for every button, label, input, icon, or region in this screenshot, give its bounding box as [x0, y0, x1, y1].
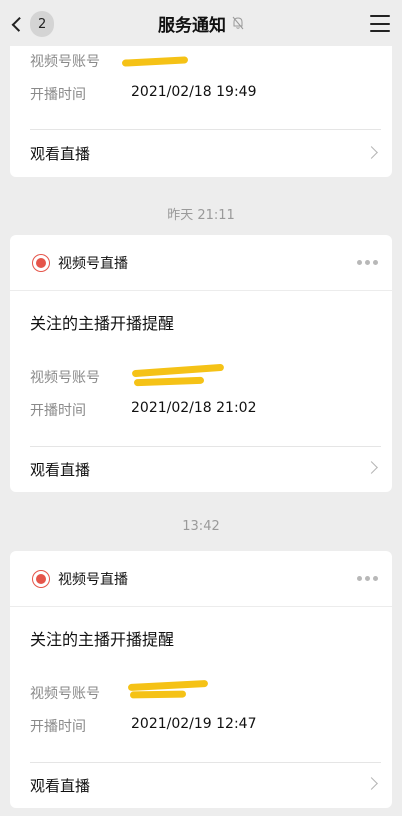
- start-time-label: 开播时间: [30, 719, 86, 735]
- start-time-label: 开播时间: [30, 87, 86, 103]
- notification-card: 视频号直播 关注的主播开播提醒 视频号账号 开播时间 2021/02/18 21…: [10, 235, 392, 492]
- account-label: 视频号账号: [30, 686, 100, 702]
- start-time-value: 2021/02/18 21:02: [131, 400, 257, 416]
- notification-title: 关注的主播开播提醒: [30, 314, 175, 333]
- start-time-label: 开播时间: [30, 403, 86, 419]
- redacted-account-name: [121, 56, 189, 67]
- more-options-icon[interactable]: [357, 260, 378, 265]
- chevron-right-icon: [365, 777, 378, 790]
- redacted-account-name: [127, 679, 209, 692]
- back-button[interactable]: 2: [10, 10, 54, 38]
- bell-off-icon: [232, 16, 244, 30]
- nav-bar: 2 服务通知: [0, 0, 402, 46]
- notification-title: 关注的主播开播提醒: [30, 630, 175, 649]
- divider: [30, 446, 381, 447]
- menu-button[interactable]: [370, 15, 390, 32]
- source-name: 视频号直播: [58, 571, 128, 588]
- timestamp-separator: 13:42: [182, 519, 220, 534]
- card-header[interactable]: 视频号直播: [10, 551, 392, 607]
- notification-card: 视频号直播 关注的主播开播提醒 视频号账号 开播时间 2021/02/19 12…: [10, 551, 392, 808]
- divider: [30, 129, 381, 130]
- redacted-account-name: [131, 363, 225, 378]
- card-header[interactable]: 视频号直播: [10, 235, 392, 291]
- watch-live-link[interactable]: 观看直播: [30, 459, 90, 480]
- more-options-icon[interactable]: [357, 576, 378, 581]
- chevron-right-icon: [365, 146, 378, 159]
- timestamp-separator: 昨天 21:11: [167, 208, 235, 223]
- redacted-account-name: [133, 376, 205, 387]
- chevron-left-icon: [11, 16, 27, 32]
- watch-live-link[interactable]: 观看直播: [30, 143, 90, 164]
- divider: [30, 762, 381, 763]
- unread-count-badge: 2: [30, 11, 54, 37]
- page-title: 服务通知: [158, 15, 226, 36]
- redacted-account-name: [129, 690, 187, 699]
- live-record-icon: [32, 253, 50, 272]
- account-label: 视频号账号: [30, 54, 100, 70]
- hamburger-menu-icon: [370, 15, 390, 17]
- source-name: 视频号直播: [58, 255, 128, 272]
- live-record-icon: [32, 569, 50, 588]
- start-time-value: 2021/02/19 12:47: [131, 716, 257, 732]
- chevron-right-icon: [365, 461, 378, 474]
- start-time-value: 2021/02/18 19:49: [131, 84, 257, 100]
- watch-live-link[interactable]: 观看直播: [30, 775, 90, 796]
- account-label: 视频号账号: [30, 370, 100, 386]
